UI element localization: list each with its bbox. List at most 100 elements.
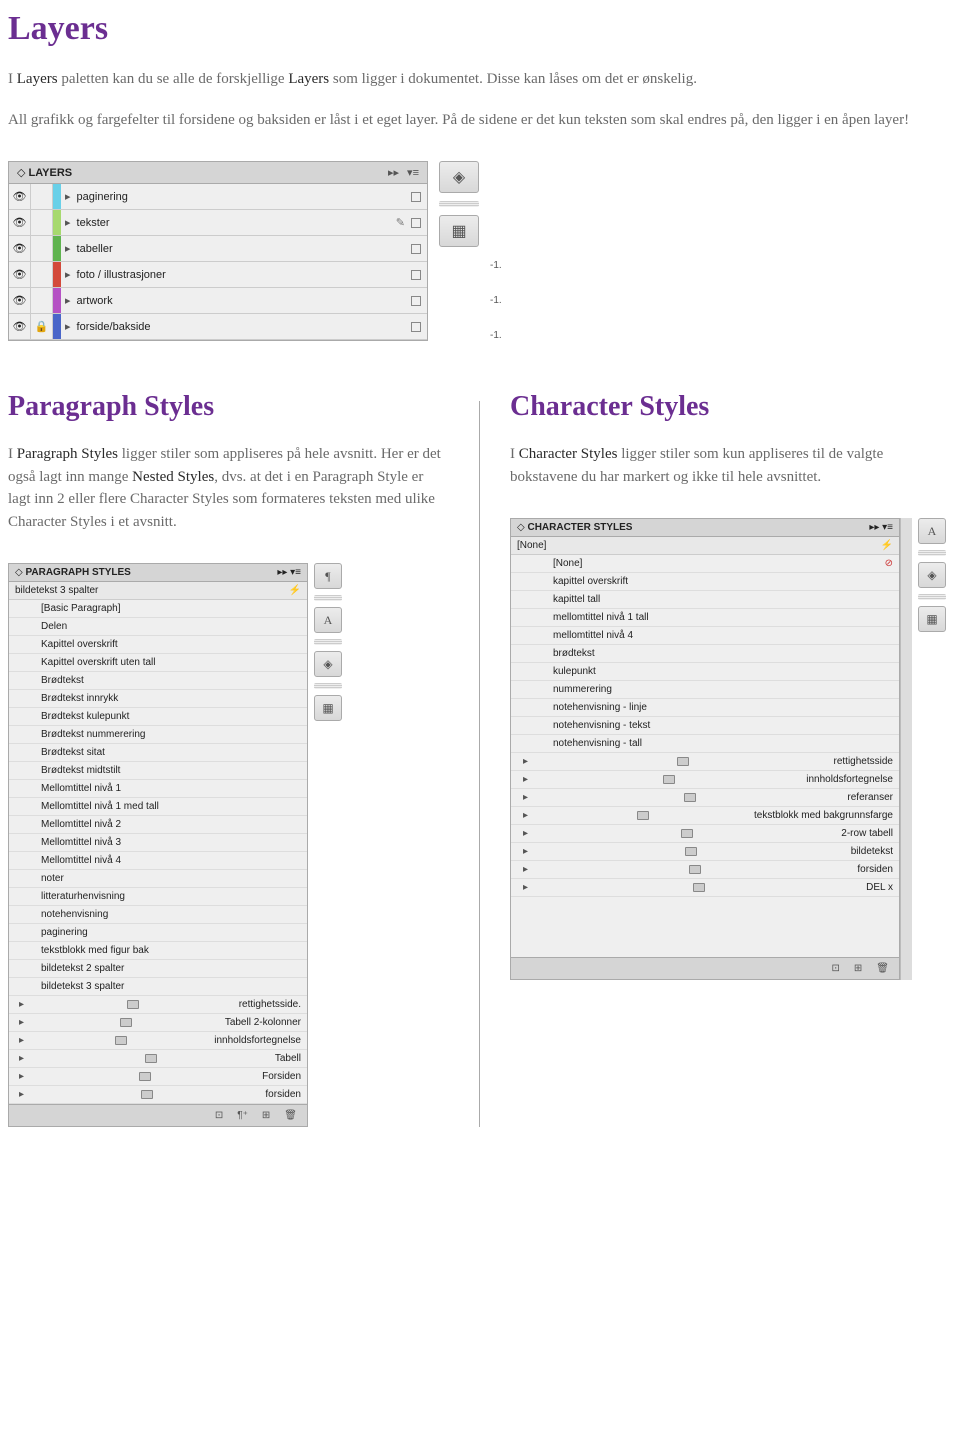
- disclosure-triangle-icon[interactable]: ▸: [523, 828, 528, 839]
- style-item[interactable]: nummerering: [511, 681, 899, 699]
- dock-grid-icon[interactable]: ▦: [439, 215, 479, 247]
- disclosure-triangle-icon[interactable]: ▸: [19, 1071, 24, 1082]
- lock-toggle-icon[interactable]: 🔒: [31, 314, 53, 339]
- selection-box-icon[interactable]: [411, 322, 421, 332]
- lock-toggle-icon[interactable]: [31, 210, 53, 235]
- disclosure-triangle-icon[interactable]: ▸: [19, 1089, 24, 1100]
- style-item[interactable]: Brødtekst: [9, 672, 307, 690]
- lock-toggle-icon[interactable]: [31, 262, 53, 287]
- style-item[interactable]: mellomtittel nivå 1 tall: [511, 609, 899, 627]
- visibility-toggle-icon[interactable]: 👁: [9, 236, 31, 261]
- layer-row[interactable]: 👁▸tabeller: [9, 236, 427, 262]
- disclosure-triangle-icon[interactable]: ▸: [19, 999, 24, 1010]
- style-folder[interactable]: ▸innholdsfortegnelse: [511, 771, 899, 789]
- disclosure-triangle-icon[interactable]: ▸: [523, 774, 528, 785]
- disclosure-triangle-icon[interactable]: ▸: [523, 810, 528, 821]
- style-item[interactable]: notehenvisning - tall: [511, 735, 899, 753]
- disclosure-triangle-icon[interactable]: ▸: [65, 216, 71, 229]
- style-folder[interactable]: ▸rettighetsside: [511, 753, 899, 771]
- visibility-toggle-icon[interactable]: 👁: [9, 262, 31, 287]
- disclosure-triangle-icon[interactable]: ▸: [65, 242, 71, 255]
- clear-overrides-icon[interactable]: ⊡: [832, 963, 840, 974]
- trash-icon[interactable]: 🗑: [876, 963, 889, 974]
- style-item[interactable]: noter: [9, 870, 307, 888]
- style-folder[interactable]: ▸forsiden: [9, 1086, 307, 1104]
- new-group-icon[interactable]: ¶⁺: [237, 1110, 248, 1121]
- style-item[interactable]: Mellomtittel nivå 3: [9, 834, 307, 852]
- layer-row[interactable]: 👁▸foto / illustrasjoner: [9, 262, 427, 288]
- lock-toggle-icon[interactable]: [31, 236, 53, 261]
- para-panel-header[interactable]: ◇ PARAGRAPH STYLES ▸▸ ▾≡: [9, 564, 307, 582]
- disclosure-triangle-icon[interactable]: ▸: [19, 1017, 24, 1028]
- style-item[interactable]: [None]⊘: [511, 555, 899, 573]
- panel-menu-icon[interactable]: ▾≡: [407, 166, 419, 179]
- panel-menu-icon[interactable]: ▾≡: [290, 567, 301, 578]
- dock-swatch-icon[interactable]: ◈: [918, 562, 946, 588]
- style-item[interactable]: notehenvisning: [9, 906, 307, 924]
- fast-forward-icon[interactable]: ▸▸: [388, 166, 399, 179]
- style-folder[interactable]: ▸rettighetsside.: [9, 996, 307, 1014]
- style-item[interactable]: mellomtittel nivå 4: [511, 627, 899, 645]
- style-folder[interactable]: ▸bildetekst: [511, 843, 899, 861]
- lock-toggle-icon[interactable]: [31, 288, 53, 313]
- style-item[interactable]: litteraturhenvisning: [9, 888, 307, 906]
- selection-box-icon[interactable]: [411, 218, 421, 228]
- disclosure-triangle-icon[interactable]: ▸: [19, 1053, 24, 1064]
- selection-box-icon[interactable]: [411, 296, 421, 306]
- new-style-icon[interactable]: ⊞: [854, 963, 862, 974]
- style-item[interactable]: Delen: [9, 618, 307, 636]
- dock-grid-icon[interactable]: ▦: [314, 695, 342, 721]
- fast-forward-icon[interactable]: ▸▸: [277, 567, 287, 578]
- style-item[interactable]: brødtekst: [511, 645, 899, 663]
- visibility-toggle-icon[interactable]: 👁: [9, 288, 31, 313]
- scrollbar[interactable]: [900, 518, 912, 980]
- disclosure-triangle-icon[interactable]: ▸: [19, 1035, 24, 1046]
- disclosure-triangle-icon[interactable]: ▸: [65, 190, 71, 203]
- selection-box-icon[interactable]: [411, 244, 421, 254]
- disclosure-triangle-icon[interactable]: ▸: [523, 864, 528, 875]
- style-item[interactable]: paginering: [9, 924, 307, 942]
- style-folder[interactable]: ▸innholdsfortegnelse: [9, 1032, 307, 1050]
- fast-forward-icon[interactable]: ▸▸: [869, 522, 879, 533]
- disclosure-triangle-icon[interactable]: ▸: [65, 320, 71, 333]
- quick-apply-icon[interactable]: ⚡: [289, 585, 301, 596]
- dock-grid-icon[interactable]: ▦: [918, 606, 946, 632]
- style-item[interactable]: Brødtekst kulepunkt: [9, 708, 307, 726]
- style-item[interactable]: bildetekst 2 spalter: [9, 960, 307, 978]
- style-item[interactable]: notehenvisning - tekst: [511, 717, 899, 735]
- dock-char-icon[interactable]: A: [918, 518, 946, 544]
- para-current-style[interactable]: bildetekst 3 spalter ⚡: [9, 582, 307, 600]
- style-item[interactable]: Mellomtittel nivå 1: [9, 780, 307, 798]
- style-folder[interactable]: ▸DEL x: [511, 879, 899, 897]
- style-folder[interactable]: ▸tekstblokk med bakgrunnsfarge: [511, 807, 899, 825]
- style-item[interactable]: Kapittel overskrift: [9, 636, 307, 654]
- style-item[interactable]: kapittel overskrift: [511, 573, 899, 591]
- layer-row[interactable]: 👁▸artwork: [9, 288, 427, 314]
- disclosure-triangle-icon[interactable]: ▸: [65, 294, 71, 307]
- style-folder[interactable]: ▸Tabell 2-kolonner: [9, 1014, 307, 1032]
- dock-swatch-icon[interactable]: ◈: [314, 651, 342, 677]
- new-style-icon[interactable]: ⊞: [262, 1110, 270, 1121]
- selection-box-icon[interactable]: [411, 192, 421, 202]
- disclosure-triangle-icon[interactable]: ▸: [523, 846, 528, 857]
- lock-toggle-icon[interactable]: [31, 184, 53, 209]
- style-item[interactable]: bildetekst 3 spalter: [9, 978, 307, 996]
- char-current-style[interactable]: [None] ⚡: [511, 537, 899, 555]
- style-item[interactable]: Mellomtittel nivå 4: [9, 852, 307, 870]
- char-panel-header[interactable]: ◇ CHARACTER STYLES ▸▸ ▾≡: [511, 519, 899, 537]
- style-item[interactable]: kapittel tall: [511, 591, 899, 609]
- panel-menu-icon[interactable]: ▾≡: [882, 522, 893, 533]
- disclosure-triangle-icon[interactable]: ▸: [65, 268, 71, 281]
- style-item[interactable]: Mellomtittel nivå 1 med tall: [9, 798, 307, 816]
- disclosure-triangle-icon[interactable]: ▸: [523, 792, 528, 803]
- style-item[interactable]: notehenvisning - linje: [511, 699, 899, 717]
- style-folder[interactable]: ▸forsiden: [511, 861, 899, 879]
- layer-row[interactable]: 👁▸tekster✎: [9, 210, 427, 236]
- style-folder[interactable]: ▸Tabell: [9, 1050, 307, 1068]
- visibility-toggle-icon[interactable]: 👁: [9, 314, 31, 339]
- style-item[interactable]: Brødtekst nummerering: [9, 726, 307, 744]
- style-item[interactable]: Brødtekst innrykk: [9, 690, 307, 708]
- trash-icon[interactable]: 🗑: [284, 1110, 297, 1121]
- clear-overrides-icon[interactable]: ⊡: [215, 1110, 223, 1121]
- disclosure-triangle-icon[interactable]: ▸: [523, 882, 528, 893]
